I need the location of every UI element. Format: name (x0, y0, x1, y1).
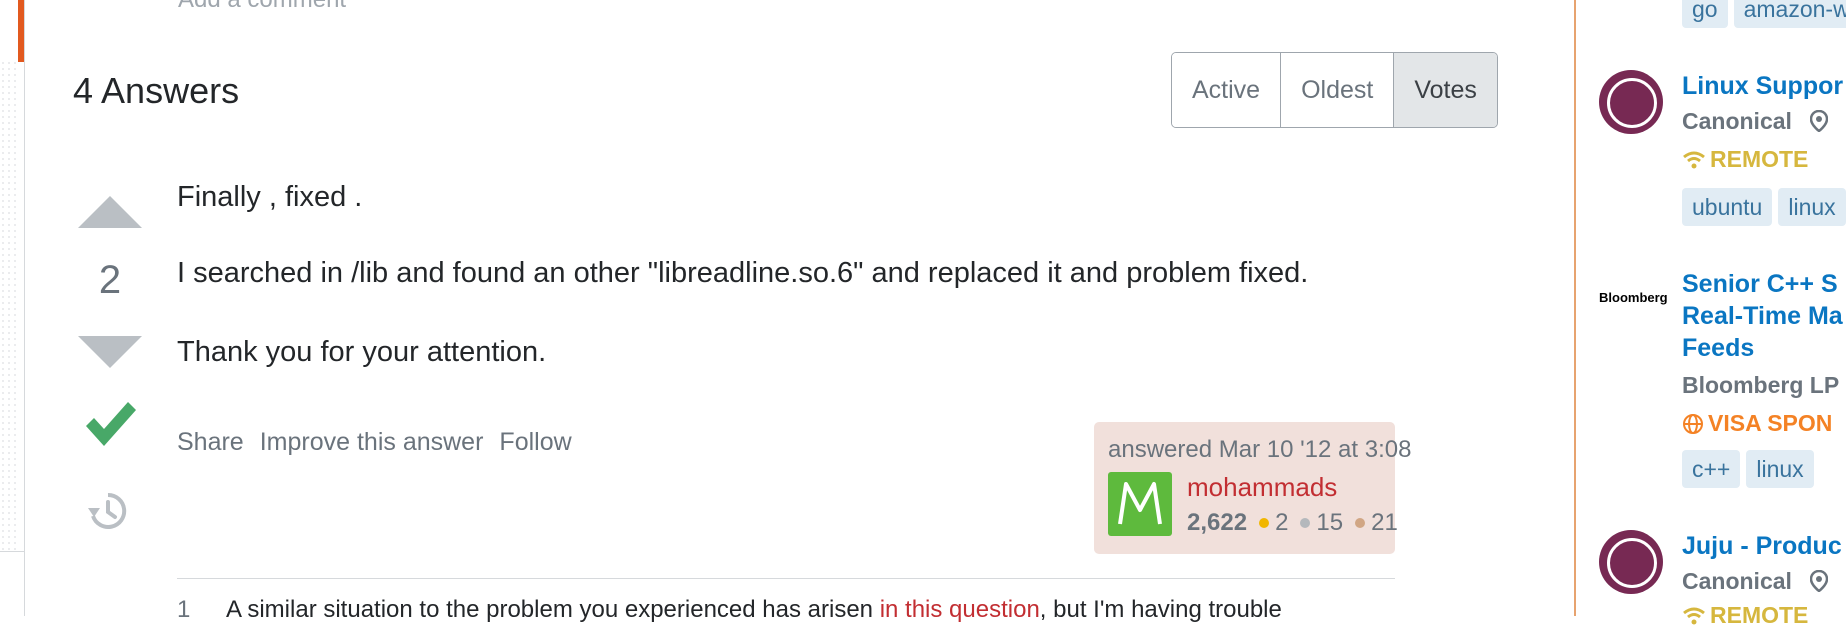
answered-timestamp[interactable]: answered Mar 10 '12 at 3:08 (1108, 436, 1411, 464)
gutter-divider (0, 551, 24, 552)
bronze-badges: 21 (1355, 509, 1398, 537)
tag[interactable]: linux (1778, 188, 1846, 226)
add-comment-link[interactable]: Add a comment (178, 0, 346, 14)
answer-paragraph: I searched in /lib and found an other "l… (177, 257, 1309, 289)
canonical-logo-icon[interactable] (1599, 70, 1663, 134)
user-name-link[interactable]: mohammads (1187, 472, 1337, 503)
tag[interactable]: linux (1746, 450, 1814, 488)
gutter-pattern (0, 60, 20, 550)
canonical-logo-icon[interactable] (1599, 530, 1663, 594)
answer-paragraph: Thank you for your attention. (177, 336, 547, 368)
tag[interactable]: go (1682, 0, 1728, 28)
job-tags: ubuntu linux (1682, 188, 1846, 226)
answer-paragraph: Finally , fixed . (177, 181, 363, 213)
location-pin-icon (1810, 109, 1829, 133)
accepted-check-icon (86, 402, 136, 446)
sort-tab-oldest[interactable]: Oldest (1281, 53, 1395, 127)
reputation-score: 2,622 (1187, 509, 1248, 536)
comment-question-link[interactable]: in this question (880, 596, 1040, 623)
job-company: Canonical (1682, 108, 1829, 135)
main-divider (24, 0, 25, 616)
comments-divider (177, 578, 1395, 579)
location-pin-icon (1810, 569, 1829, 593)
job-company-name: Canonical (1682, 108, 1792, 134)
job-tags: c++ linux (1682, 450, 1820, 488)
follow-link[interactable]: Follow (499, 428, 571, 457)
tag[interactable]: ubuntu (1682, 188, 1773, 226)
tag[interactable]: c++ (1682, 450, 1741, 488)
job-title-link[interactable]: Linux Suppor (1682, 70, 1843, 102)
upvote-button[interactable] (78, 196, 142, 228)
wifi-icon (1683, 151, 1705, 168)
job-company: Canonical (1682, 568, 1829, 595)
job-title-link[interactable]: Senior C++ S Real-Time Ma Feeds (1682, 268, 1843, 364)
job-company-name: Bloomberg LP (1682, 372, 1840, 398)
sort-tab-votes[interactable]: Votes (1394, 53, 1497, 127)
share-link[interactable]: Share (177, 428, 244, 457)
gold-badges: 2 (1259, 509, 1288, 537)
history-icon[interactable] (86, 490, 128, 532)
job-tagline: REMOTE (1682, 146, 1808, 173)
bloomberg-logo[interactable]: Bloomberg (1599, 290, 1668, 305)
improve-answer-link[interactable]: Improve this answer (260, 428, 484, 457)
user-reputation: 2,622 2 15 21 (1187, 509, 1398, 537)
job-tagline-text: REMOTE (1710, 146, 1809, 172)
vote-count: 2 (98, 258, 122, 302)
comment-text-end: , but I'm having trouble (1039, 596, 1282, 623)
job-title-line: Senior C++ S (1682, 270, 1838, 298)
sidebar-top-tags: go amazon-w (1682, 0, 1846, 28)
silver-badges: 15 (1300, 509, 1343, 537)
answers-count-heading: 4 Answers (73, 70, 240, 111)
job-tagline: VISA SPON (1682, 410, 1832, 437)
sort-tab-active[interactable]: Active (1172, 53, 1282, 127)
comment-score: 1 (177, 596, 191, 623)
sidebar-divider (1574, 0, 1576, 616)
job-company-name: Canonical (1682, 568, 1792, 594)
left-gutter (0, 0, 24, 616)
job-title-line: Real-Time Ma (1682, 302, 1843, 330)
tag[interactable]: amazon-w (1733, 0, 1846, 28)
avatar[interactable] (1108, 472, 1172, 536)
job-title-link[interactable]: Juju - Produc (1682, 530, 1842, 562)
answer-menu: Share Improve this answer Follow (177, 428, 572, 457)
downvote-button[interactable] (78, 336, 142, 368)
job-tagline-text: VISA SPON (1708, 410, 1833, 436)
comment-text-start: A similar situation to the problem you e… (226, 596, 874, 623)
answer-sort-tabs: Active Oldest Votes (1171, 52, 1498, 128)
comment-text: A similar situation to the problem you e… (226, 596, 1282, 624)
avatar-letter-icon (1118, 482, 1162, 525)
answer-user-card: answered Mar 10 '12 at 3:08 mohammads 2,… (1094, 422, 1411, 554)
job-title-line: Feeds (1682, 334, 1755, 362)
globe-icon (1683, 413, 1703, 434)
